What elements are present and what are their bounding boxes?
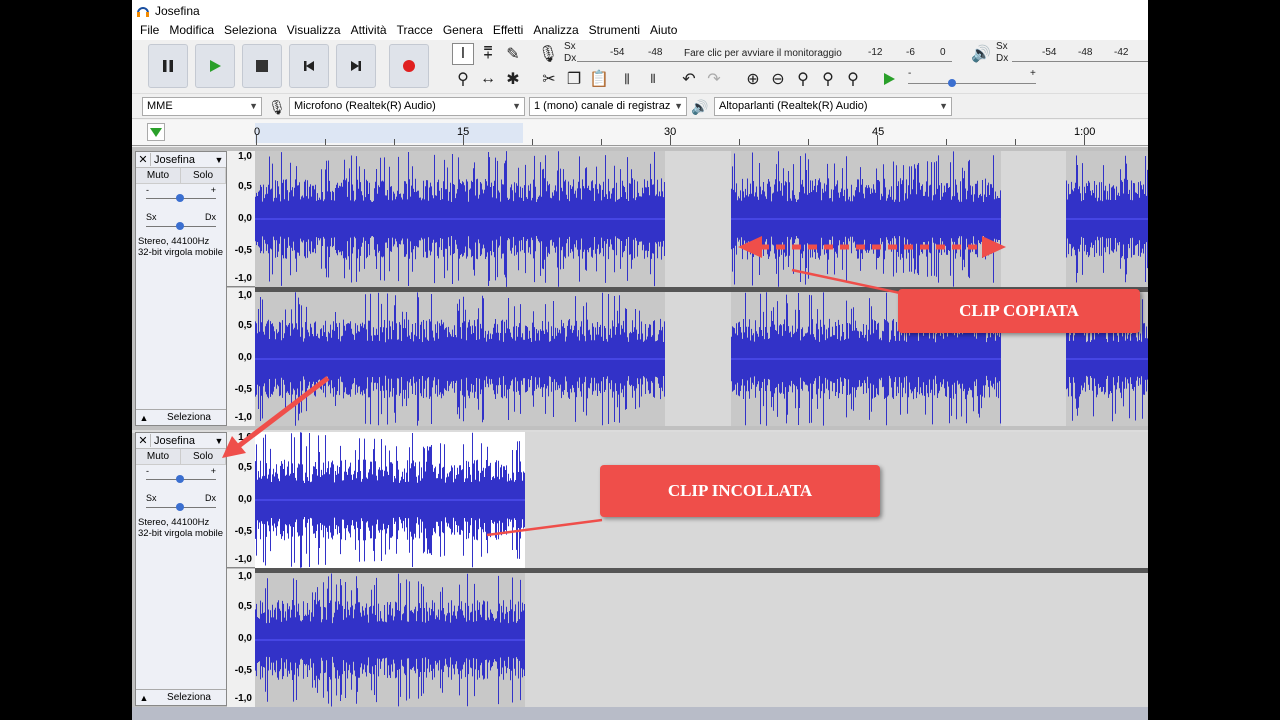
- annotation-arrows: [222, 236, 1006, 537]
- clip-copied-callout: CLIP COPIATA: [898, 289, 1140, 333]
- audacity-window: Josefina File Modifica Seleziona Visuali…: [132, 0, 1148, 720]
- clip-pasted-callout: CLIP INCOLLATA: [600, 465, 880, 517]
